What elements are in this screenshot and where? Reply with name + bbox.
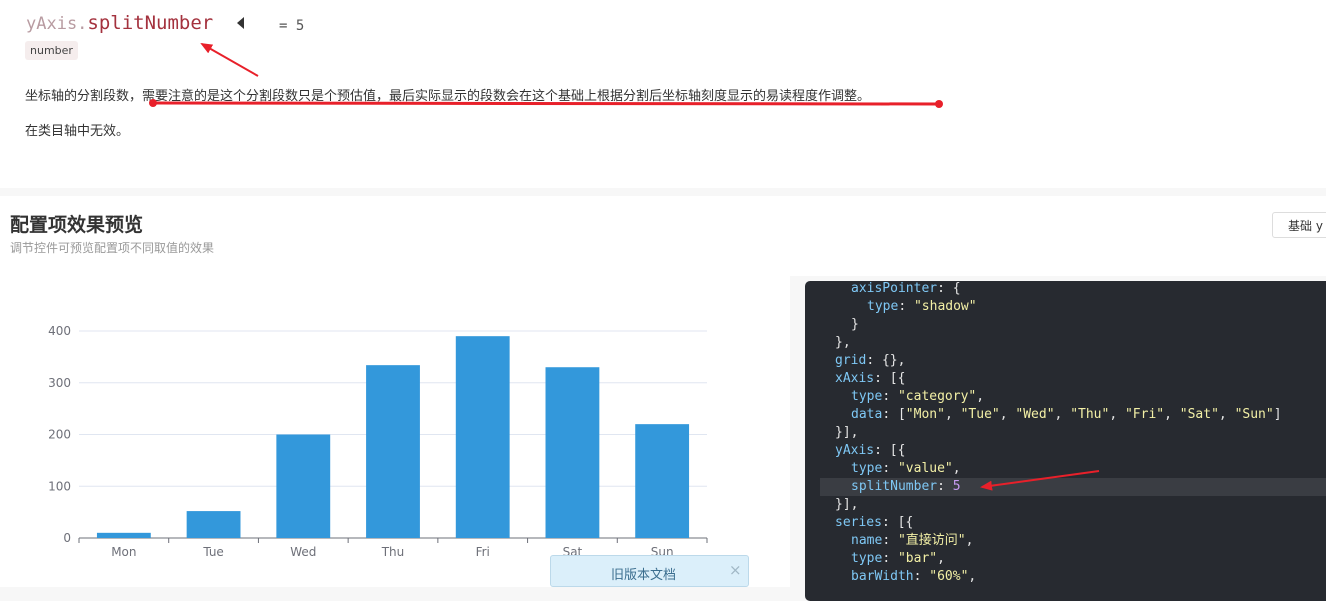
bar [276, 434, 331, 538]
code-editor[interactable]: axisPointer: { type: "shadow"}}, grid: {},… [805, 281, 1326, 601]
old-docs-link[interactable]: 旧版本文档 [611, 564, 676, 583]
y-tick-label: 200 [48, 428, 71, 442]
x-tick-label: Wed [290, 545, 316, 559]
example-select-button[interactable]: 基础 y 轴 [1272, 212, 1326, 238]
close-icon[interactable]: × [729, 561, 742, 579]
code-line: }, [835, 335, 851, 350]
code-line: } [851, 317, 859, 332]
bar [635, 424, 690, 538]
code-line: yAxis: [{ [835, 443, 906, 458]
bar-chart: 0100200300400Mon Tue Wed Thu Fri Sat Sun [48, 324, 708, 559]
default-value: = 5 [279, 18, 305, 34]
code-line: data: ["Mon", "Tue", "Wed", "Thu", "Fri"… [851, 407, 1282, 422]
code-line: }], [835, 497, 859, 512]
property-parent-link[interactable]: yAxis. [26, 14, 87, 34]
bar [186, 511, 241, 538]
code-line: series: [{ [835, 515, 914, 530]
code-line: type: "category", [851, 389, 985, 404]
old-docs-toast[interactable]: 旧版本文档 × [550, 555, 749, 587]
code-line: type: "value", [851, 461, 961, 476]
chart-preview: 0 100 200 300 400 Mon Tue Wed Thu Fri Sat Sun [0, 276, 790, 587]
y-tick-label: 0 [63, 531, 71, 545]
property-name: splitNumber [87, 12, 214, 34]
preview-title: 配置项效果预览 [10, 214, 144, 236]
property-description: 坐标轴的分割段数，需要注意的是这个分割段数只是个预估值，最后实际显示的段数会在这… [25, 89, 871, 104]
y-tick-label: 400 [48, 324, 71, 338]
code-line: barWidth: "60%", [851, 569, 977, 584]
property-note: 在类目轴中无效。 [25, 124, 130, 139]
property-path: yAxis.splitNumber [26, 12, 213, 34]
code-line-highlighted: splitNumber: 5 [820, 478, 1326, 496]
x-tick-label: Fri [476, 545, 490, 559]
bar [545, 367, 600, 538]
bar [455, 336, 510, 538]
code-line: type: "shadow" [867, 299, 977, 314]
preview-subtitle: 调节控件可预览配置项不同取值的效果 [10, 241, 215, 255]
x-tick-label: Tue [202, 545, 224, 559]
code-line: name: "直接访问", [851, 533, 974, 548]
preview-header [0, 196, 1326, 276]
collapse-arrow-icon[interactable] [237, 17, 244, 29]
bar [366, 365, 420, 538]
code-line: axisPointer: { [851, 281, 961, 296]
x-tick-label: Thu [381, 545, 405, 559]
y-tick-label: 100 [48, 479, 71, 493]
code-line: }], [835, 425, 859, 440]
type-badge: number [25, 41, 78, 60]
code-line: type: "bar", [851, 551, 945, 566]
y-tick-label: 300 [48, 376, 71, 390]
x-tick-label: Mon [111, 545, 136, 559]
bar [96, 532, 151, 538]
code-line: xAxis: [{ [835, 371, 906, 386]
code-line: grid: {}, [835, 353, 906, 368]
